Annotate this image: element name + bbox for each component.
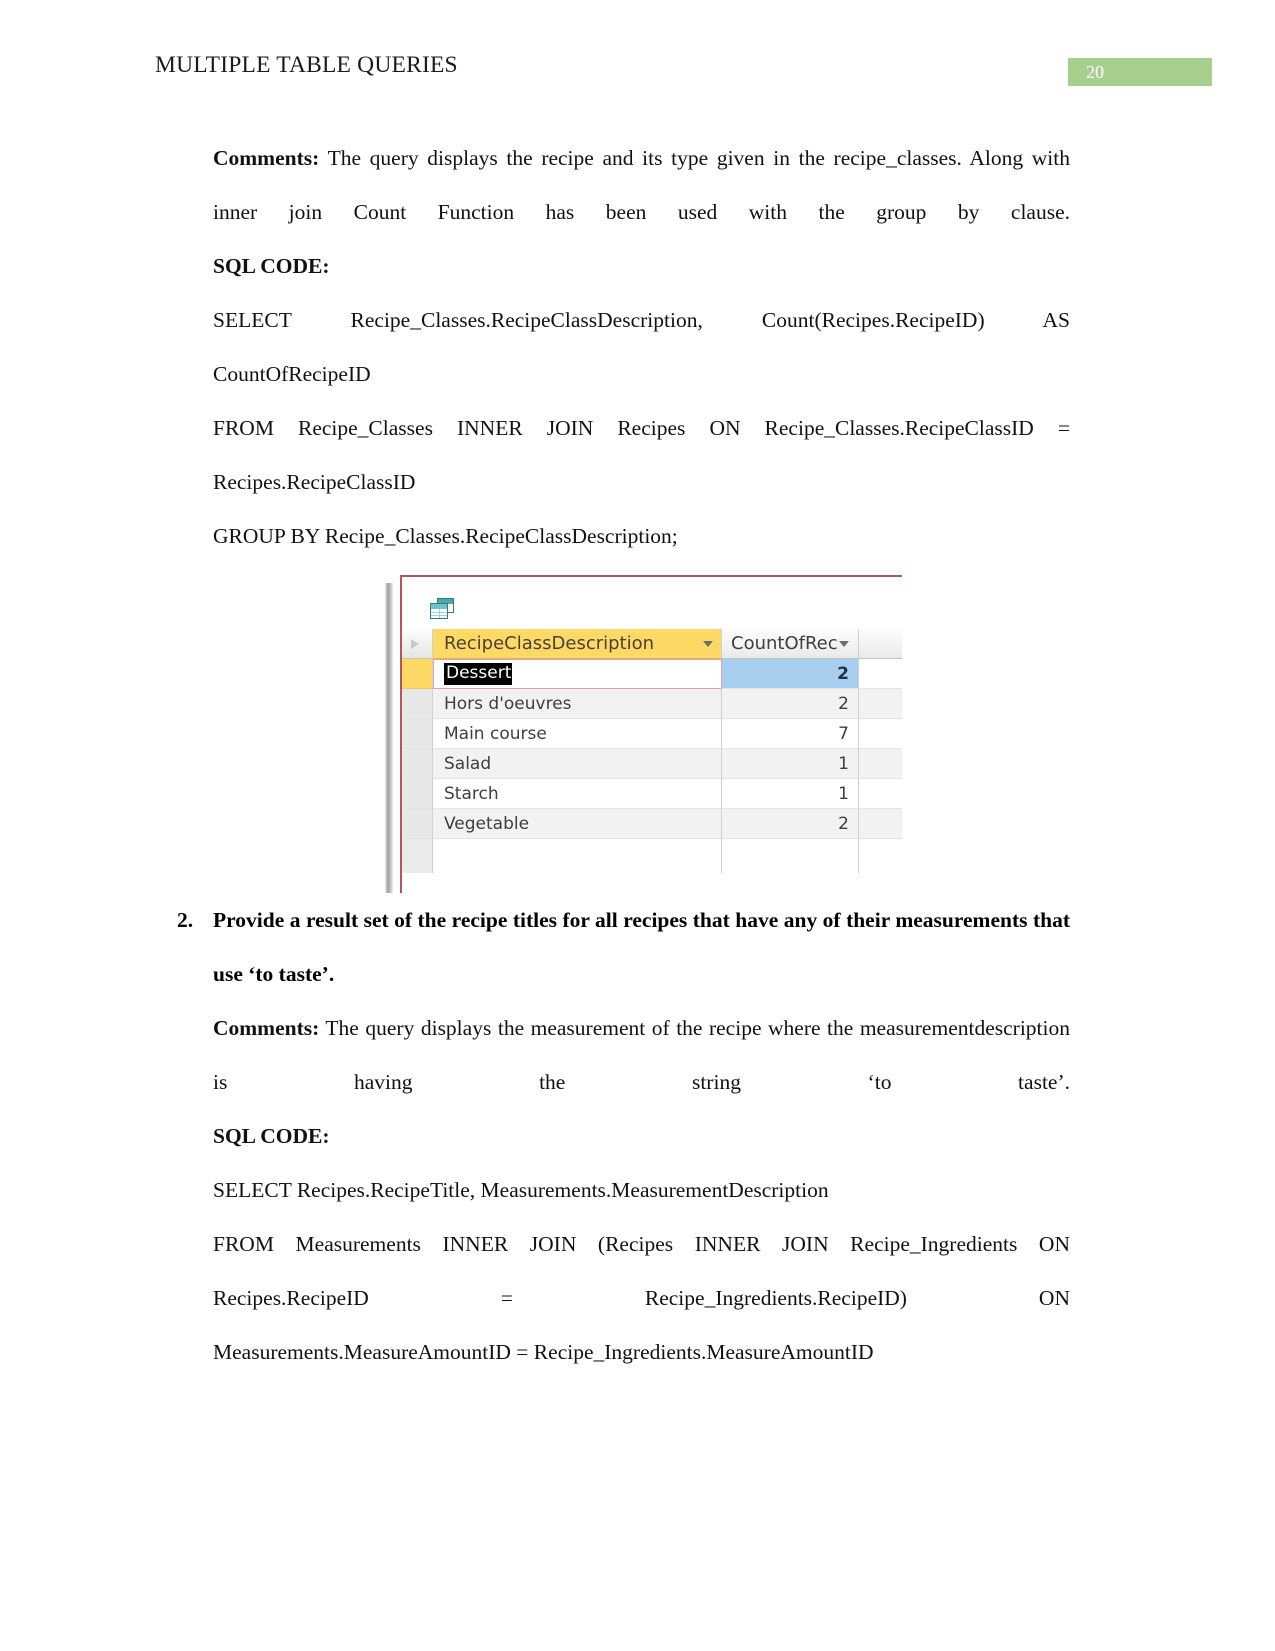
- cell-recipeclassdescription[interactable]: Dessert: [433, 659, 722, 689]
- table-row[interactable]: Main course 7: [402, 719, 902, 749]
- sql-code-label-1: SQL CODE:: [213, 239, 1070, 293]
- row-selector[interactable]: [402, 749, 433, 779]
- sql2-line-3: Recipes.RecipeID = Recipe_Ingredients.Re…: [213, 1286, 1070, 1310]
- cell-countofrec-value: 2: [837, 663, 849, 684]
- table-row[interactable]: Salad 1: [402, 749, 902, 779]
- row-selector[interactable]: [402, 809, 433, 839]
- column-header-recipeclassdescription-label: RecipeClassDescription: [444, 633, 655, 654]
- row-selector[interactable]: [402, 659, 433, 689]
- cell-recipeclassdescription-value: Vegetable: [444, 813, 530, 834]
- sql1-line-2: CountOfRecipeID: [213, 362, 371, 386]
- new-record-cell-count[interactable]: [722, 839, 859, 873]
- cell-recipeclassdescription-value: Starch: [444, 783, 499, 804]
- cell-recipeclassdescription-value: Main course: [444, 723, 547, 744]
- row-filler: [859, 809, 902, 839]
- comments-label-2: Comments:: [213, 1016, 320, 1040]
- page-number-badge: 20: [1068, 58, 1212, 86]
- comments-text-1: The query displays the recipe and its ty…: [213, 146, 1070, 224]
- cell-countofrec-value: 1: [838, 783, 849, 804]
- table-row[interactable]: Vegetable 2: [402, 809, 902, 839]
- cell-countofrec[interactable]: 2: [722, 689, 859, 719]
- sql1-line-1: SELECT Recipe_Classes.RecipeClassDescrip…: [213, 308, 1070, 332]
- sql2-line-2: FROM Measurements INNER JOIN (Recipes IN…: [213, 1232, 1070, 1256]
- sql1-line-3: FROM Recipe_Classes INNER JOIN Recipes O…: [213, 416, 1070, 440]
- page-title: MULTIPLE TABLE QUERIES: [155, 52, 458, 78]
- page-header: MULTIPLE TABLE QUERIES 20: [0, 52, 1275, 92]
- comments-label-1: Comments:: [213, 146, 320, 170]
- chevron-down-icon[interactable]: [839, 640, 849, 647]
- comments-text-2: The query displays the measurement of th…: [213, 1016, 1070, 1094]
- cell-recipeclassdescription[interactable]: Starch: [433, 779, 722, 809]
- cell-recipeclassdescription[interactable]: Salad: [433, 749, 722, 779]
- cell-countofrec-value: 2: [838, 813, 849, 834]
- new-record-filler: [859, 839, 902, 873]
- header-filler: [859, 629, 902, 659]
- cell-recipeclassdescription[interactable]: Hors d'oeuvres: [433, 689, 722, 719]
- window-left-scrollbar[interactable]: [385, 583, 393, 893]
- row-filler: [859, 719, 902, 749]
- sql2-line-4: Measurements.MeasureAmountID = Recipe_In…: [213, 1340, 874, 1364]
- cell-countofrec-value: 7: [838, 723, 849, 744]
- sql1-line-5: GROUP BY Recipe_Classes.RecipeClassDescr…: [213, 524, 678, 548]
- chevron-down-icon[interactable]: [703, 640, 713, 647]
- list-item-2: 2. Provide a result set of the recipe ti…: [177, 893, 1070, 1001]
- cell-recipeclassdescription-value: Hors d'oeuvres: [444, 693, 572, 714]
- row-filler: [859, 659, 902, 689]
- row-selector[interactable]: [402, 719, 433, 749]
- cell-countofrec[interactable]: 1: [722, 749, 859, 779]
- table-row[interactable]: Starch 1: [402, 779, 902, 809]
- page-number: 20: [1086, 62, 1104, 82]
- select-all-corner[interactable]: [402, 629, 433, 659]
- cell-countofrec-value: 2: [838, 693, 849, 714]
- comments-paragraph-2: Comments: The query displays the measure…: [213, 1001, 1070, 1109]
- datasheet-header-row: RecipeClassDescription CountOfRec: [402, 629, 902, 659]
- cell-countofrec[interactable]: 1: [722, 779, 859, 809]
- sql-code-label-2-text: SQL CODE:: [213, 1124, 330, 1148]
- row-filler: [859, 689, 902, 719]
- row-selector[interactable]: [402, 689, 433, 719]
- table-row[interactable]: Dessert 2: [402, 659, 902, 689]
- cell-recipeclassdescription-value: Salad: [444, 753, 492, 774]
- datasheet-window-frame: RecipeClassDescription CountOfRec Desser…: [400, 575, 902, 893]
- sql2-line-1: SELECT Recipes.RecipeTitle, Measurements…: [213, 1178, 829, 1202]
- cell-countofrec[interactable]: 2: [722, 659, 859, 689]
- cell-recipeclassdescription[interactable]: Vegetable: [433, 809, 722, 839]
- column-header-countofrec-label: CountOfRec: [731, 633, 838, 654]
- datasheet-grid: RecipeClassDescription CountOfRec Desser…: [402, 629, 902, 873]
- sql1-line-4: Recipes.RecipeClassID: [213, 470, 416, 494]
- cell-recipeclassdescription-value: Dessert: [444, 663, 513, 685]
- cell-countofrec[interactable]: 2: [722, 809, 859, 839]
- comments-paragraph-1: Comments: The query displays the recipe …: [213, 131, 1070, 239]
- access-datasheet-screenshot: RecipeClassDescription CountOfRec Desser…: [385, 575, 902, 893]
- row-filler: [859, 749, 902, 779]
- new-record-cell-description[interactable]: [433, 839, 722, 873]
- row-filler: [859, 779, 902, 809]
- datasheet-toolbar: [402, 579, 902, 629]
- new-record-selector[interactable]: [402, 839, 433, 873]
- table-row[interactable]: Hors d'oeuvres 2: [402, 689, 902, 719]
- cell-countofrec[interactable]: 7: [722, 719, 859, 749]
- row-selector[interactable]: [402, 779, 433, 809]
- cell-countofrec-value: 1: [838, 753, 849, 774]
- new-record-row[interactable]: [402, 839, 902, 873]
- sql-code-label-1-text: SQL CODE:: [213, 254, 330, 278]
- column-header-countofrec[interactable]: CountOfRec: [722, 629, 859, 659]
- list-item-2-number: 2.: [177, 908, 194, 932]
- sql-code-label-2: SQL CODE:: [213, 1109, 1070, 1163]
- datasheet-icon: [430, 598, 454, 619]
- cell-recipeclassdescription[interactable]: Main course: [433, 719, 722, 749]
- list-item-2-text: Provide a result set of the recipe title…: [213, 908, 1070, 986]
- column-header-recipeclassdescription[interactable]: RecipeClassDescription: [433, 629, 722, 659]
